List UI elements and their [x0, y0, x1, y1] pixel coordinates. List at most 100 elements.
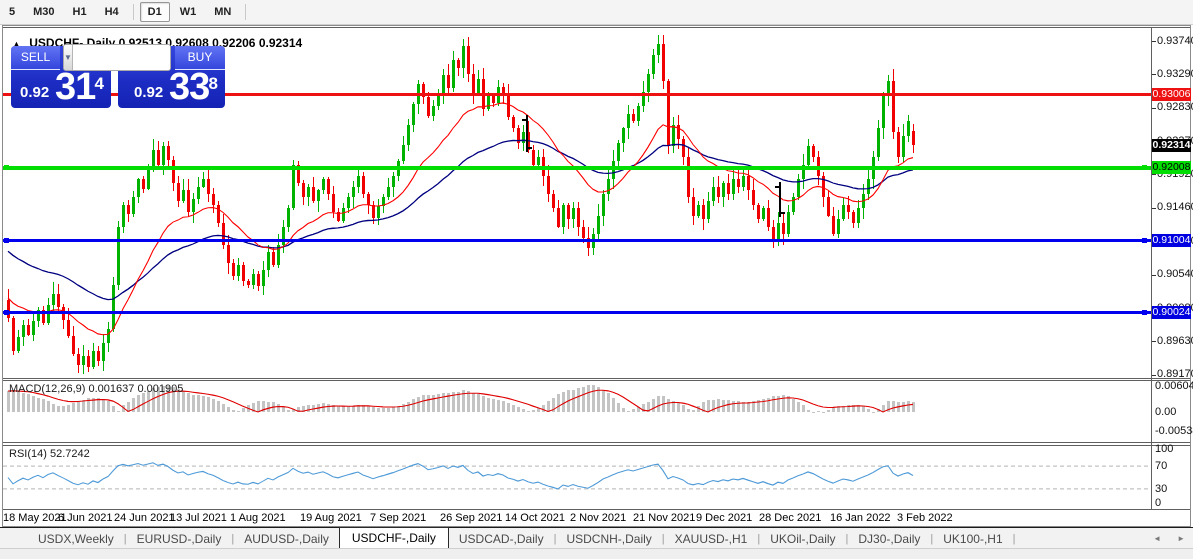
one-click-trading-panel: SELL 0.92 31 4 BUY 0.92 33 8 ▼ ▲ [11, 44, 225, 110]
hline-handle-left[interactable] [4, 310, 9, 315]
price-level-box-0.92008: 0.92008 [1152, 161, 1191, 174]
price-tick-label: 0.89630 [1157, 335, 1193, 347]
macd-axis-label: -0.005383 [1155, 425, 1193, 437]
volume-spinner: ▼ ▲ [63, 44, 171, 71]
buy-price-pip-digit: 8 [209, 74, 218, 94]
hline-handle-left[interactable] [4, 165, 9, 170]
rsi-axis-label: 100 [1155, 443, 1173, 455]
price-tick-mark [1152, 341, 1156, 342]
hline-object-0.91004[interactable] [3, 239, 1151, 242]
chart-tab-audusd[interactable]: AUDUSD-,Daily [234, 530, 339, 549]
rsi-axis-label: 70 [1155, 460, 1167, 472]
price-tick-label: 0.92830 [1157, 101, 1193, 113]
price-tick-mark [1152, 41, 1156, 42]
tab-scroll-right-icon[interactable]: ► [1169, 534, 1193, 543]
date-axis-label: 7 Sep 2021 [370, 512, 426, 524]
macd-signal-value: 0.001905 [137, 383, 183, 395]
chart-tab-bar: USDX,Weekly|EURUSD-,Daily|AUDUSD-,DailyU… [0, 527, 1193, 549]
rsi-label: RSI(14) 52.7242 [9, 448, 90, 460]
date-axis-label: 19 Aug 2021 [300, 512, 362, 524]
macd-label: MACD(12,26,9) 0.001637 0.001905 [9, 383, 183, 395]
chart-tab-usdx[interactable]: USDX,Weekly [28, 530, 124, 549]
sell-price-display: 0.92 31 4 [11, 70, 111, 108]
date-axis-label: 3 Feb 2022 [897, 512, 953, 524]
rsi-axis-label: 30 [1155, 483, 1167, 495]
hline-handle-right[interactable] [1142, 310, 1147, 315]
timeframe-button-w1[interactable]: W1 [172, 2, 205, 22]
date-axis-label: 13 Jul 2021 [170, 512, 227, 524]
chart-tab-usdcad[interactable]: USDCAD-,Daily [449, 530, 554, 549]
date-axis-label: 9 Dec 2021 [696, 512, 752, 524]
chart-tab-xauusd[interactable]: XAUUSD-,H1 [665, 530, 758, 549]
chart-tab-dj30[interactable]: DJ30-,Daily [848, 530, 930, 549]
hline-handle-right[interactable] [1142, 238, 1147, 243]
buy-price-prefix: 0.92 [134, 84, 163, 101]
macd-axis-label: 0.006045 [1155, 380, 1193, 392]
hline-object-0.92008[interactable] [3, 166, 1151, 170]
macd-pane-bottom-border [3, 442, 1190, 443]
current-price-box: 0.92314 [1152, 139, 1191, 152]
price-level-box-0.90024: 0.90024 [1152, 306, 1191, 319]
macd-axis-label: 0.00 [1155, 406, 1176, 418]
price-level-box-0.93006: 0.93006 [1152, 88, 1191, 101]
hline-handle-left[interactable] [4, 238, 9, 243]
date-axis-label: 24 Jun 2021 [114, 512, 175, 524]
timeframe-button-h4[interactable]: H4 [97, 2, 127, 22]
timeframe-button-m30[interactable]: M30 [25, 2, 62, 22]
macd-value: 0.001637 [88, 383, 134, 395]
date-axis-label: 16 Jan 2022 [830, 512, 891, 524]
timeframe-button-d1[interactable]: D1 [140, 2, 170, 22]
rsi-name: RSI(14) [9, 448, 47, 460]
price-tick-mark [1152, 375, 1156, 376]
macd-name: MACD(12,26,9) [9, 383, 85, 395]
date-axis-label: 1 Aug 2021 [230, 512, 286, 524]
hline-object-0.90024[interactable] [3, 311, 1151, 314]
date-axis-label: 21 Nov 2021 [633, 512, 695, 524]
price-tick-mark [1152, 174, 1156, 175]
buy-price-big-digits: 33 [169, 66, 209, 109]
chart-tab-usdchf[interactable]: USDCHF-,Daily [339, 527, 449, 549]
tab-scroll-left-icon[interactable]: ◄ [1145, 534, 1169, 543]
chart-tab-usdcnh[interactable]: USDCNH-,Daily [556, 530, 661, 549]
sell-price-pip-digit: 4 [95, 74, 104, 94]
timeframe-button-5[interactable]: 5 [1, 2, 23, 22]
price-tick-label: 0.91460 [1157, 201, 1193, 213]
sell-price-prefix: 0.92 [20, 84, 49, 101]
chart-tab-ukoil[interactable]: UKOil-,Daily [760, 530, 845, 549]
rsi-pane-bottom-border [3, 509, 1190, 510]
price-tick-label: 0.93290 [1157, 68, 1193, 80]
tab-separator: | [1013, 533, 1016, 545]
date-axis-label: 6 Jun 2021 [58, 512, 112, 524]
price-level-box-0.91004: 0.91004 [1152, 234, 1191, 247]
price-tick-label: 0.93740 [1157, 35, 1193, 47]
price-tick-label: 0.89170 [1157, 368, 1193, 380]
volume-decrease-button[interactable]: ▼ [64, 45, 73, 70]
timeframe-toolbar: 5M30H1H4 D1W1MN [0, 0, 1193, 25]
date-axis-label: 26 Sep 2021 [440, 512, 502, 524]
ohlc-close: 0.92314 [259, 36, 302, 50]
price-tick-mark [1152, 208, 1156, 209]
date-axis-label: 14 Oct 2021 [505, 512, 565, 524]
price-tick-mark [1152, 275, 1156, 276]
chart-tab-eurusd[interactable]: EURUSD-,Daily [127, 530, 232, 549]
timeframe-button-mn[interactable]: MN [206, 2, 239, 22]
rsi-axis-label: 0 [1155, 497, 1161, 509]
price-tick-mark [1152, 74, 1156, 75]
price-tick-mark [1152, 108, 1156, 109]
rsi-value: 52.7242 [50, 448, 90, 460]
date-axis-label: 2 Nov 2021 [570, 512, 626, 524]
rsi-indicator-chart[interactable] [3, 446, 1151, 509]
status-strip [0, 548, 1193, 559]
hline-handle-right[interactable] [1142, 165, 1147, 170]
date-axis-label: 28 Dec 2021 [759, 512, 821, 524]
price-tick-label: 0.90540 [1157, 268, 1193, 280]
sell-button[interactable]: SELL [11, 46, 60, 70]
volume-input[interactable] [73, 45, 171, 70]
toolbar-separator [245, 4, 246, 20]
mt4-window: 5M30H1H4D1W1MN ▲ USDCHF-,Daily 0.92513 0… [0, 0, 1193, 559]
sell-price-big-digits: 31 [55, 66, 95, 109]
main-pane-bottom-border [3, 378, 1190, 379]
chart-tab-uk100[interactable]: UK100-,H1 [933, 530, 1012, 549]
buy-price-display: 0.92 33 8 [118, 70, 225, 108]
timeframe-button-h1[interactable]: H1 [65, 2, 95, 22]
